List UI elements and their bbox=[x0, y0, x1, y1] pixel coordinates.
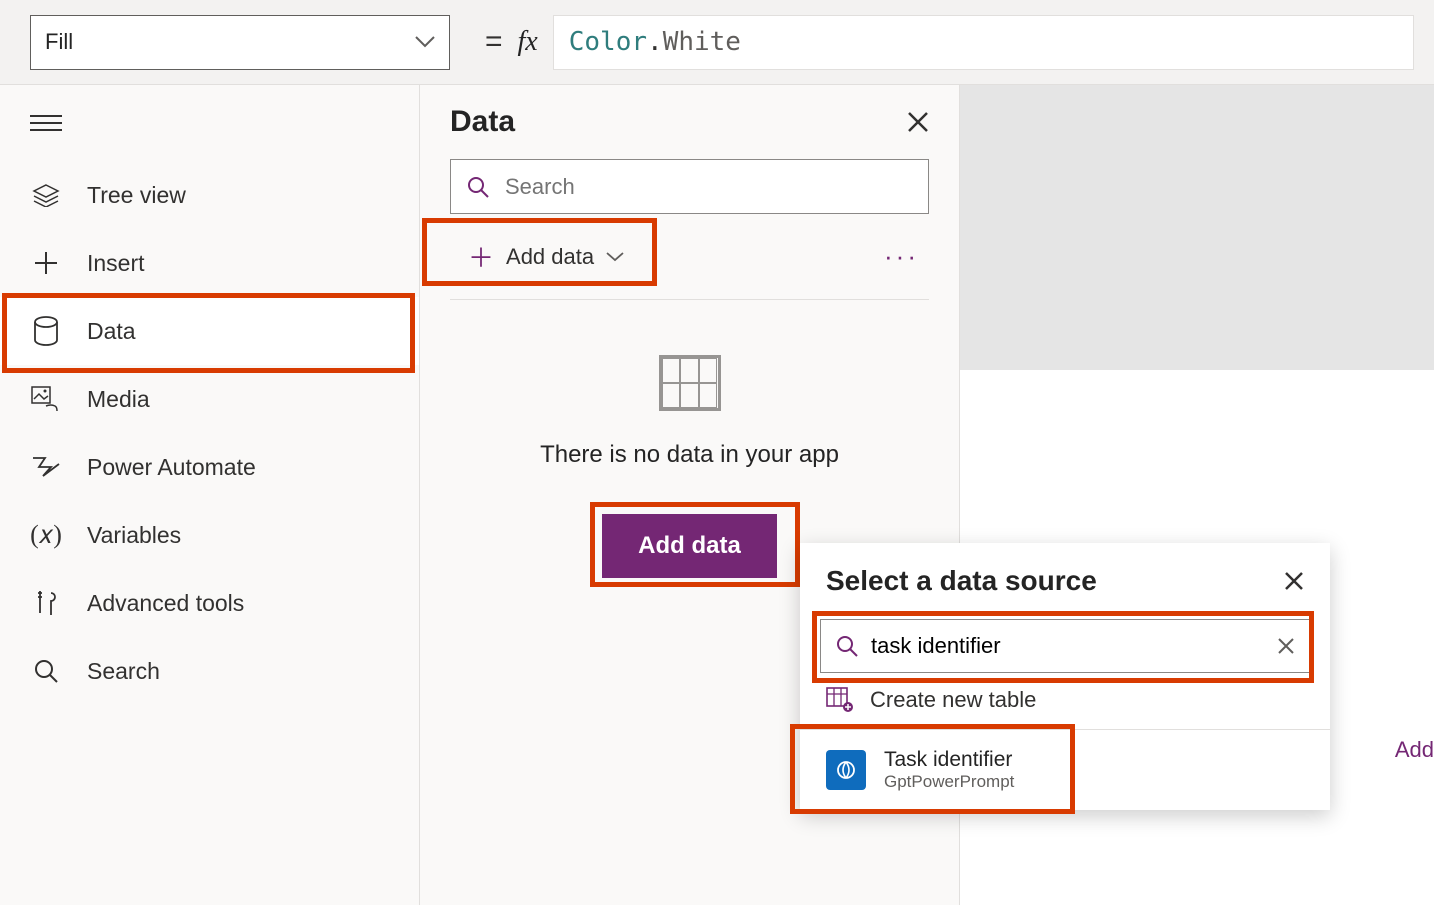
more-button[interactable]: ··· bbox=[884, 241, 919, 272]
equals-label: = bbox=[485, 25, 503, 59]
table-icon bbox=[659, 355, 721, 411]
left-sidebar: Tree view Insert Data Media bbox=[0, 85, 420, 905]
formula-token-member: White bbox=[663, 27, 741, 57]
hamburger-button[interactable] bbox=[30, 115, 62, 131]
layers-icon bbox=[30, 179, 62, 211]
formula-token-type: Color bbox=[569, 27, 647, 57]
property-dropdown[interactable]: Fill bbox=[30, 15, 450, 70]
formula-token-op: . bbox=[647, 27, 663, 57]
add-data-dropdown[interactable]: ＋ Add data bbox=[450, 226, 642, 287]
media-icon bbox=[30, 383, 62, 415]
data-search-box[interactable] bbox=[450, 159, 929, 214]
popup-search-input[interactable] bbox=[871, 633, 1265, 659]
tools-icon bbox=[30, 587, 62, 619]
plus-icon bbox=[30, 247, 62, 279]
sidebar-item-search[interactable]: Search bbox=[0, 637, 419, 705]
property-name: Fill bbox=[45, 29, 73, 55]
formula-input[interactable]: Color.White bbox=[553, 15, 1414, 70]
sidebar-item-label: Power Automate bbox=[87, 454, 256, 481]
right-add-label[interactable]: Add bbox=[1395, 737, 1434, 763]
sidebar-item-data[interactable]: Data bbox=[0, 297, 419, 365]
panel-title: Data bbox=[450, 105, 515, 139]
datasource-result[interactable]: Task identifier GptPowerPrompt bbox=[800, 730, 1330, 810]
chevron-down-icon bbox=[415, 36, 435, 48]
data-source-popup: Select a data source Create new table Ta… bbox=[800, 543, 1330, 810]
add-data-label: Add data bbox=[506, 244, 594, 270]
data-search-input[interactable] bbox=[505, 174, 913, 200]
new-table-icon bbox=[826, 687, 854, 713]
sidebar-item-advanced-tools[interactable]: Advanced tools bbox=[0, 569, 419, 637]
search-icon bbox=[466, 175, 490, 199]
sidebar-item-power-automate[interactable]: Power Automate bbox=[0, 433, 419, 501]
sidebar-item-label: Insert bbox=[87, 250, 145, 277]
create-new-table[interactable]: Create new table bbox=[800, 683, 1330, 730]
clear-search-button[interactable] bbox=[1277, 637, 1295, 655]
sidebar-item-label: Media bbox=[87, 386, 150, 413]
formula-bar: Fill = fx Color.White bbox=[0, 0, 1434, 85]
result-name: Task identifier bbox=[884, 748, 1014, 772]
close-panel-button[interactable] bbox=[907, 111, 929, 133]
sidebar-item-insert[interactable]: Insert bbox=[0, 229, 419, 297]
variable-icon: (𝑥) bbox=[30, 519, 62, 551]
sidebar-item-label: Advanced tools bbox=[87, 590, 244, 617]
sidebar-item-label: Data bbox=[87, 318, 136, 345]
flow-icon bbox=[30, 451, 62, 483]
close-popup-button[interactable] bbox=[1284, 571, 1304, 591]
popup-search-box[interactable] bbox=[820, 619, 1310, 673]
empty-message: There is no data in your app bbox=[540, 441, 839, 469]
plus-icon: ＋ bbox=[468, 238, 494, 275]
sidebar-item-label: Search bbox=[87, 658, 160, 685]
sidebar-item-label: Tree view bbox=[87, 182, 186, 209]
ai-model-icon bbox=[826, 750, 866, 790]
search-icon bbox=[30, 655, 62, 687]
sidebar-item-media[interactable]: Media bbox=[0, 365, 419, 433]
add-data-button[interactable]: Add data bbox=[602, 514, 777, 578]
fx-label: fx bbox=[518, 26, 538, 58]
sidebar-item-label: Variables bbox=[87, 522, 181, 549]
search-icon bbox=[835, 634, 859, 658]
sidebar-item-tree-view[interactable]: Tree view bbox=[0, 161, 419, 229]
result-subtitle: GptPowerPrompt bbox=[884, 772, 1014, 792]
create-new-table-label: Create new table bbox=[870, 687, 1036, 713]
chevron-down-icon bbox=[606, 252, 624, 262]
database-icon bbox=[30, 315, 62, 347]
popup-title: Select a data source bbox=[826, 565, 1097, 597]
sidebar-item-variables[interactable]: (𝑥) Variables bbox=[0, 501, 419, 569]
